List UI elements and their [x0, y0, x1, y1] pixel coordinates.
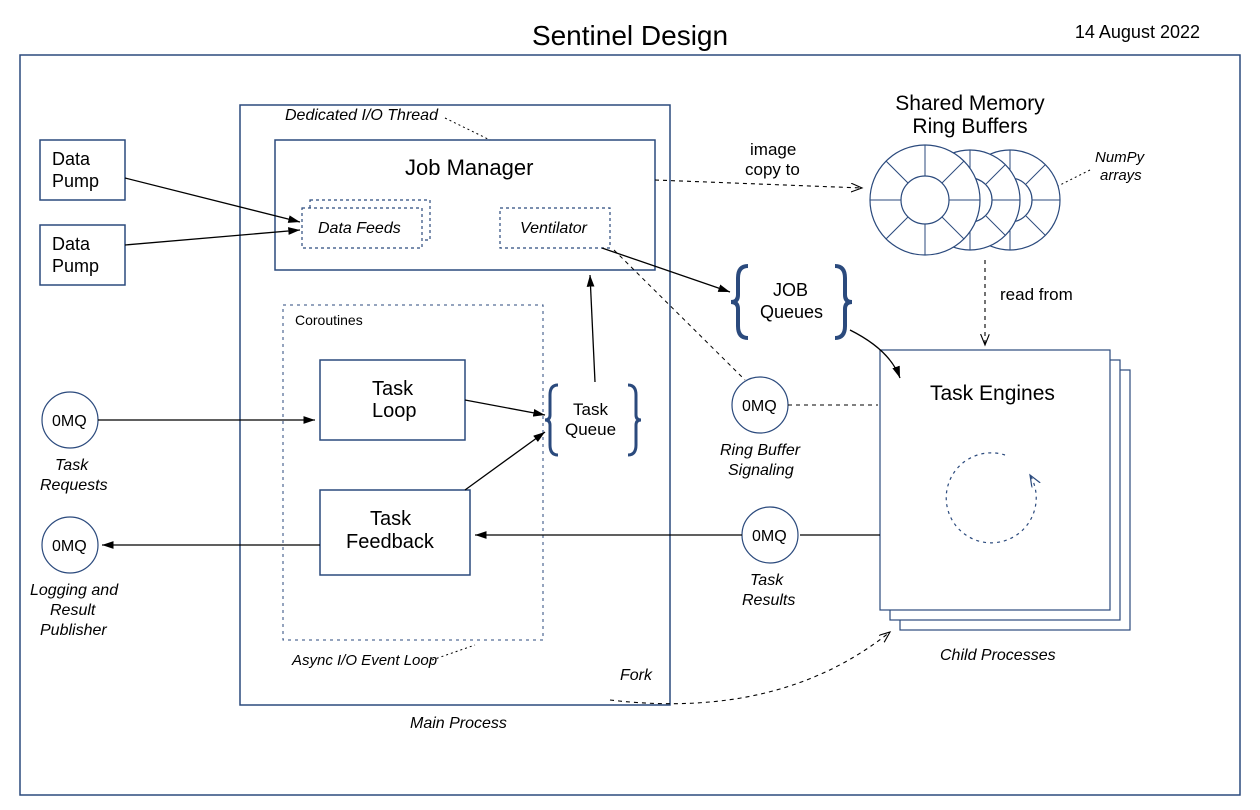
coroutines-box — [283, 305, 543, 640]
svg-text:DataPump: DataPump — [52, 234, 99, 276]
job-manager-label: Job Manager — [405, 155, 533, 180]
svg-text:0MQ: 0MQ — [52, 538, 87, 555]
svg-text:imagecopy to: imagecopy to — [745, 140, 800, 179]
fork-label: Fork — [620, 667, 653, 684]
data-pump-1-label-l1: Data — [52, 149, 91, 169]
svg-text:0MQ: 0MQ — [742, 398, 777, 415]
read-from-label: read from — [1000, 285, 1073, 304]
coroutines-label: Coroutines — [295, 312, 363, 328]
task-queue-bracket-left — [545, 385, 558, 455]
svg-text:Ring BufferSignaling: Ring BufferSignaling — [720, 442, 801, 479]
svg-text:NumPyarrays: NumPyarrays — [1095, 149, 1146, 184]
svg-text:JOBQueues: JOBQueues — [760, 280, 823, 322]
svg-text:DataPump: DataPump — [52, 149, 99, 191]
child-processes-label: Child Processes — [940, 647, 1056, 664]
svg-text:TaskResults: TaskResults — [742, 572, 795, 609]
dedicated-io-label: Dedicated I/O Thread — [285, 107, 439, 124]
svg-text:Shared MemoryRing Buffers: Shared MemoryRing Buffers — [895, 92, 1045, 138]
svg-text:TaskQueue: TaskQueue — [565, 400, 616, 439]
svg-text:TaskRequests: TaskRequests — [40, 457, 108, 494]
ventilator-label: Ventilator — [520, 220, 588, 237]
svg-text:0MQ: 0MQ — [752, 528, 787, 545]
data-pump-1-label-l2: Pump — [52, 171, 99, 191]
svg-text:TaskFeedback: TaskFeedback — [346, 508, 435, 553]
svg-text:0MQ: 0MQ — [52, 413, 87, 430]
svg-text:TaskLoop: TaskLoop — [372, 378, 417, 422]
main-process-label: Main Process — [410, 715, 507, 732]
job-queues-bracket-left — [731, 266, 748, 338]
task-queue-bracket-right — [628, 385, 641, 455]
job-queues-bracket-right — [835, 266, 852, 338]
svg-text:Logging andResultPublisher: Logging andResultPublisher — [30, 582, 119, 639]
ring-buffer-1 — [870, 145, 980, 255]
architecture-diagram: DataPump DataPump Main Process Job Manag… — [0, 0, 1260, 810]
data-feeds-label: Data Feeds — [318, 220, 401, 237]
task-engines-label: Task Engines — [930, 382, 1055, 405]
async-io-label: Async I/O Event Loop — [291, 652, 437, 669]
